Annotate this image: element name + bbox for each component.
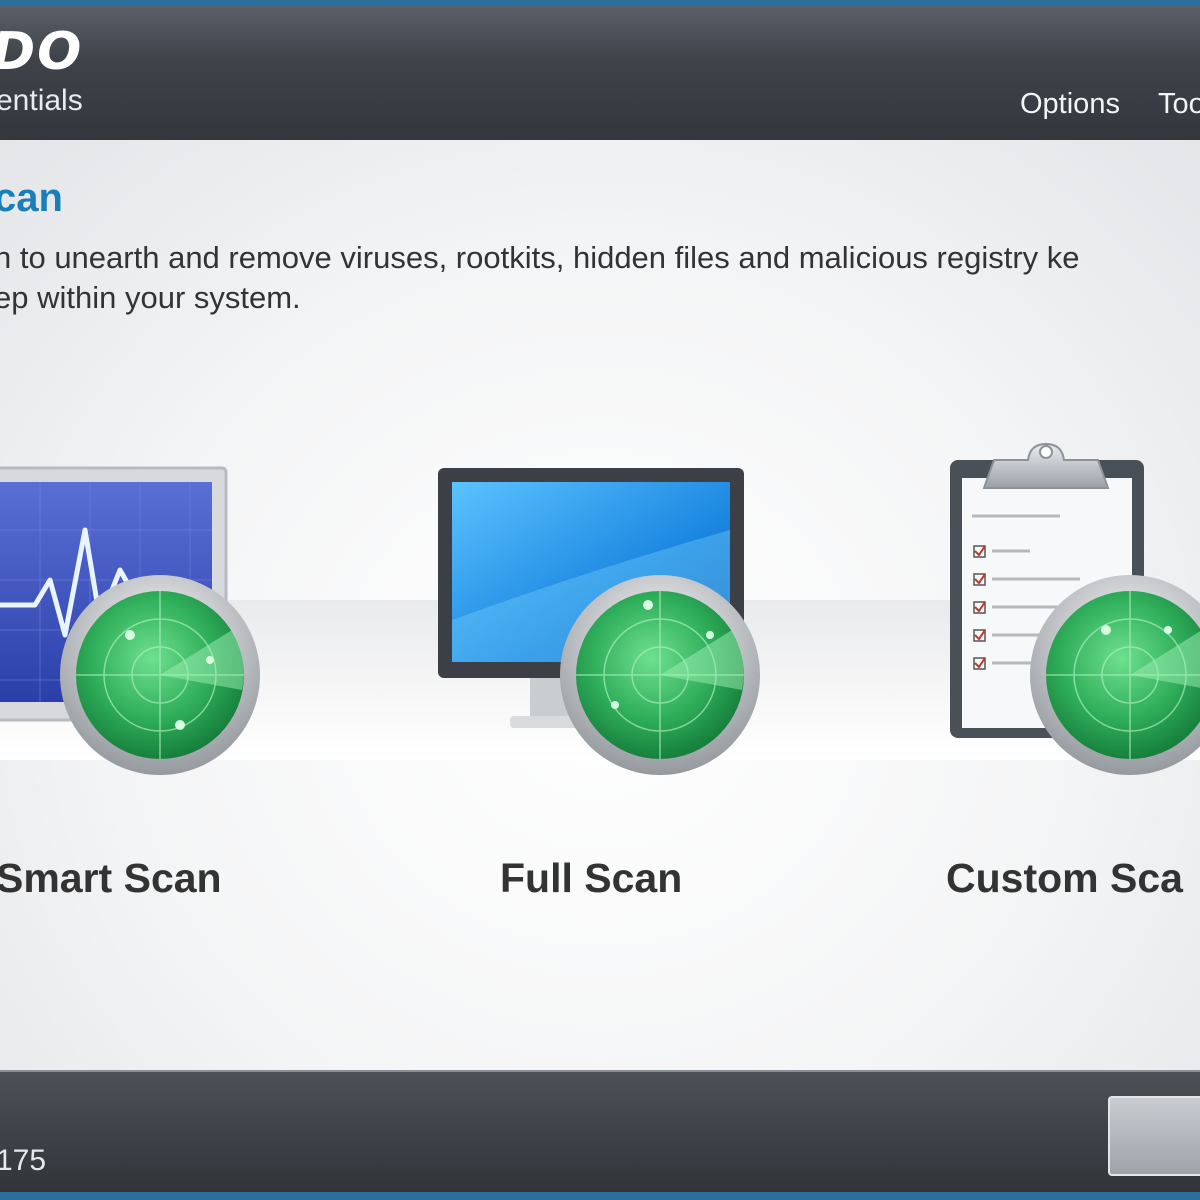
page-description: n to unearth and remove viruses, rootkit… <box>0 240 1080 315</box>
menu-tools[interactable]: Too <box>1158 86 1200 122</box>
app-footer: 175 <box>0 1070 1200 1200</box>
main-panel: can n to unearth and remove viruses, roo… <box>0 140 1200 1070</box>
monitor-radar-icon <box>438 468 760 775</box>
app-logo-subtitle: entials <box>0 84 83 117</box>
app-header: DO entials Options Too <box>0 0 1200 140</box>
full-scan-label[interactable]: Full Scan <box>500 855 682 901</box>
app-logo: DO <box>0 22 84 82</box>
version-text: 175 <box>0 1144 47 1177</box>
smart-scan-label[interactable]: Smart Scan <box>0 855 222 901</box>
page-title: can <box>0 176 63 220</box>
smart-scan-button[interactable] <box>0 420 280 900</box>
footer-button[interactable] <box>1108 1096 1200 1176</box>
menu-options[interactable]: Options <box>1020 86 1120 122</box>
custom-scan-button[interactable] <box>930 420 1200 900</box>
clipboard-radar-icon <box>950 442 1200 775</box>
custom-scan-label[interactable]: Custom Sca <box>946 855 1183 901</box>
monitor-heartbeat-radar-icon <box>0 466 260 775</box>
full-scan-button[interactable] <box>420 420 780 900</box>
